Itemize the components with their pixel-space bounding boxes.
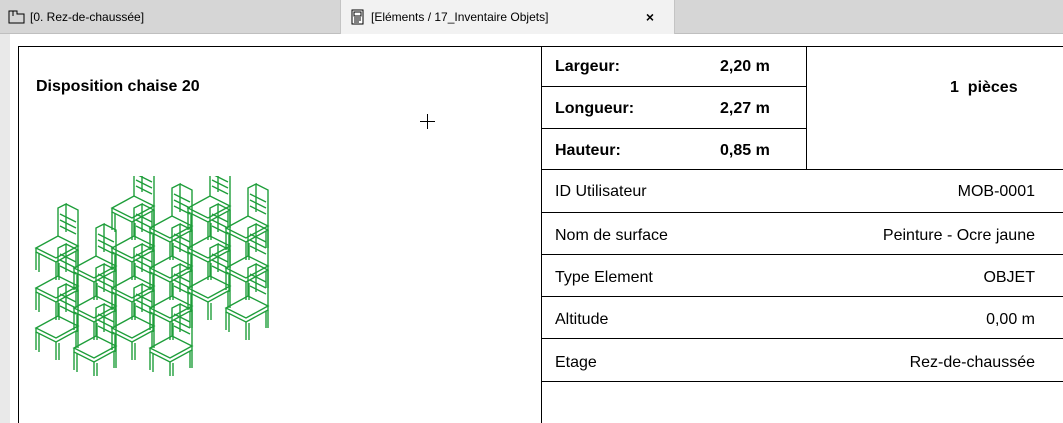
row-divider xyxy=(541,86,806,87)
row-divider xyxy=(541,169,1063,170)
dimension-label: Longueur: xyxy=(555,100,635,117)
property-label: Altitude xyxy=(555,311,609,328)
table-divider xyxy=(806,47,807,170)
property-label: Nom de surface xyxy=(555,227,668,244)
row-divider xyxy=(541,381,1063,382)
canvas-margin xyxy=(0,34,10,423)
crosshair-cursor-icon xyxy=(420,114,435,129)
row-divider xyxy=(541,254,1063,255)
document-icon xyxy=(349,9,367,25)
property-value: Rez-de-chaussée xyxy=(909,354,1035,371)
quantity-label: 1 pièces xyxy=(950,79,1018,96)
property-label: Type Element xyxy=(555,269,653,286)
row-divider xyxy=(541,128,806,129)
row-divider xyxy=(541,296,1063,297)
close-tab-icon[interactable]: × xyxy=(646,10,654,24)
row-divider xyxy=(541,338,1063,339)
tab-floor-plan[interactable]: [0. Rez-de-chaussée] xyxy=(0,0,340,33)
chair-grid-icon xyxy=(35,176,269,376)
tab-bar: [0. Rez-de-chaussée] [Eléments / 17_Inve… xyxy=(0,0,1063,34)
object-title: Disposition chaise 20 xyxy=(36,78,200,95)
property-value: 0,00 m xyxy=(986,311,1035,328)
property-value: MOB-0001 xyxy=(957,183,1035,200)
tab-label: [Eléments / 17_Inventaire Objets] xyxy=(371,10,549,24)
dimension-value: 2,27 m xyxy=(720,100,770,117)
dimension-value: 2,20 m xyxy=(720,58,770,75)
tab-label: [0. Rez-de-chaussée] xyxy=(30,9,145,24)
row-divider xyxy=(541,212,1063,213)
dimension-label: Largeur: xyxy=(555,58,620,75)
table-border-left xyxy=(541,47,542,423)
dimension-label: Hauteur: xyxy=(555,142,621,159)
property-label: Etage xyxy=(555,354,597,371)
dimension-value: 0,85 m xyxy=(720,142,770,159)
property-label: ID Utilisateur xyxy=(555,183,647,200)
property-value: OBJET xyxy=(983,269,1035,286)
property-value: Peinture - Ocre jaune xyxy=(882,227,1035,244)
tab-inventory-layout[interactable]: [Eléments / 17_Inventaire Objets] × xyxy=(340,0,675,34)
floor-plan-icon xyxy=(8,9,26,25)
